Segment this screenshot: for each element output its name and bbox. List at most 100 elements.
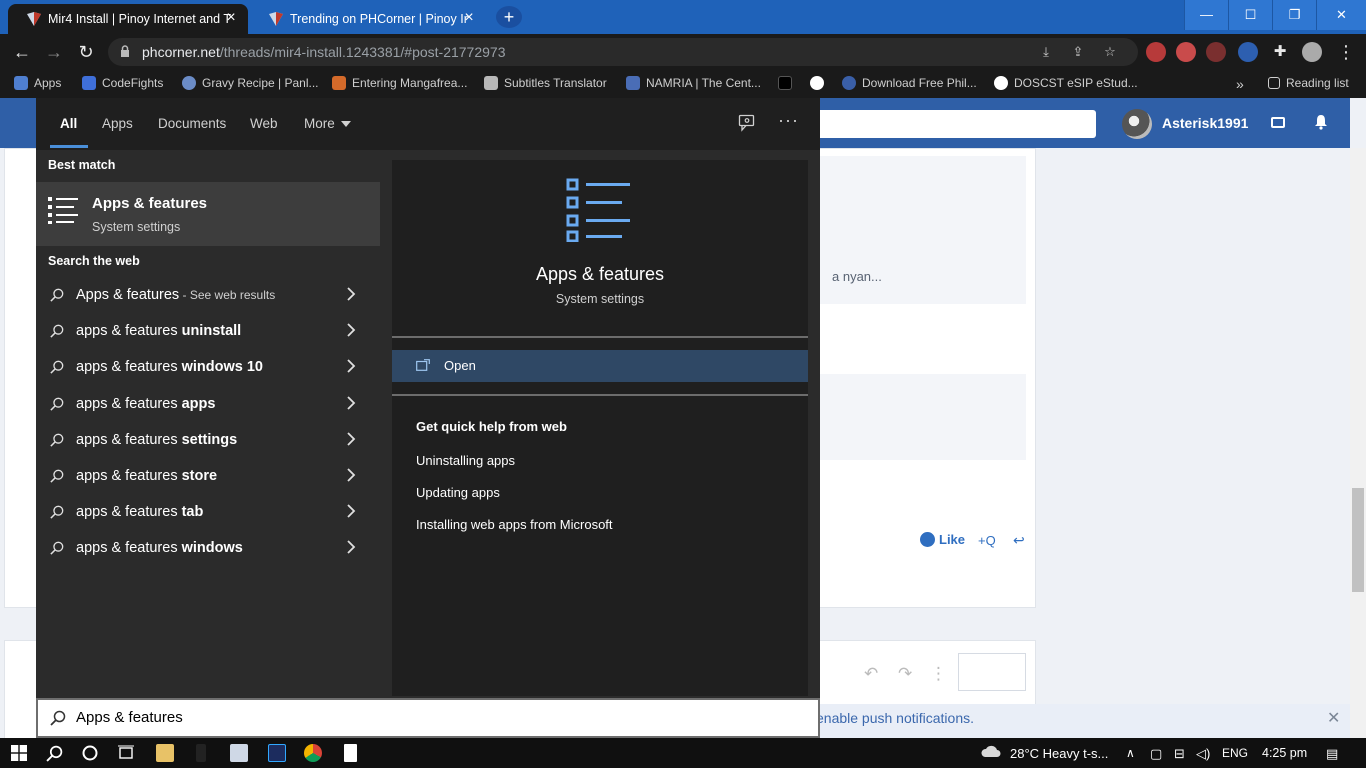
bookmark-star-icon[interactable]: ☆: [1102, 44, 1118, 60]
extension-icon[interactable]: [1146, 42, 1166, 62]
page-scrollbar[interactable]: [1350, 148, 1366, 738]
cortana-icon[interactable]: [82, 745, 98, 761]
web-result-item[interactable]: apps & features tab: [36, 495, 380, 531]
chevron-up-icon[interactable]: ∧: [1126, 746, 1135, 760]
minimize-button[interactable]: —: [1184, 0, 1228, 30]
browser-tab-active[interactable]: Mir4 Install | Pinoy Internet and T ×: [8, 4, 248, 34]
scrollbar-thumb[interactable]: [1352, 488, 1364, 592]
bookmark-apps[interactable]: Apps: [14, 76, 61, 90]
reload-icon[interactable]: ↻: [74, 40, 98, 64]
help-link[interactable]: Installing web apps from Microsoft: [416, 517, 613, 532]
tab-apps[interactable]: Apps: [102, 116, 133, 131]
tab-web[interactable]: Web: [250, 116, 278, 131]
notification-icon[interactable]: ▤: [1326, 746, 1338, 762]
feedback-icon[interactable]: [738, 114, 756, 132]
app-icon[interactable]: [196, 744, 206, 762]
chevron-right-icon[interactable]: [346, 504, 356, 518]
search-icon[interactable]: [46, 745, 63, 762]
browser-tab[interactable]: Trending on PHCorner | Pinoy Ir ×: [250, 4, 486, 34]
language-indicator[interactable]: ENG: [1222, 746, 1248, 760]
new-tab-button[interactable]: +: [496, 6, 522, 28]
extensions-puzzle-icon[interactable]: ✚: [1268, 40, 1292, 64]
open-button[interactable]: Open: [392, 350, 808, 382]
extension-icon[interactable]: [1176, 42, 1196, 62]
username[interactable]: Asterisk1991: [1162, 115, 1248, 131]
restore-button[interactable]: ☐: [1228, 0, 1272, 30]
tab-title: Trending on PHCorner | Pinoy Ir: [290, 12, 468, 26]
volume-icon[interactable]: ◁): [1196, 746, 1210, 762]
like-button[interactable]: Like: [920, 532, 965, 547]
profile-avatar[interactable]: [1302, 42, 1322, 62]
close-tab-icon[interactable]: ×: [222, 9, 240, 27]
redo-icon[interactable]: ↷: [898, 664, 912, 684]
web-result-item[interactable]: apps & features store: [36, 459, 380, 495]
help-link[interactable]: Updating apps: [416, 485, 500, 500]
undo-icon[interactable]: ↶: [864, 664, 878, 684]
tab-all[interactable]: All: [60, 116, 77, 131]
chevron-right-icon[interactable]: [346, 432, 356, 446]
windows-start-icon[interactable]: [11, 745, 27, 761]
notepad-icon[interactable]: [344, 744, 357, 762]
file-explorer-icon[interactable]: [156, 744, 174, 762]
chevron-right-icon[interactable]: [346, 287, 356, 301]
back-arrow-icon[interactable]: ←: [10, 40, 34, 64]
address-bar[interactable]: phcorner.net/threads/mir4-install.124338…: [108, 38, 1138, 66]
forward-arrow-icon[interactable]: →: [42, 40, 66, 64]
share-icon[interactable]: ⇪: [1070, 44, 1086, 60]
bell-icon[interactable]: [1314, 114, 1328, 130]
app-icon[interactable]: [230, 744, 248, 762]
mail-icon[interactable]: [1271, 117, 1285, 128]
bookmark-item[interactable]: [810, 76, 824, 90]
maximize-button[interactable]: ❐: [1272, 0, 1316, 30]
bookmark-item[interactable]: Subtitles Translator: [484, 76, 607, 90]
tab-more[interactable]: More: [304, 116, 351, 131]
extension-icon[interactable]: [1206, 42, 1226, 62]
close-tab-icon[interactable]: ×: [460, 9, 478, 27]
task-view-icon[interactable]: [118, 745, 134, 761]
web-result-item[interactable]: apps & features windows 10: [36, 350, 380, 386]
phcorner-favicon-icon: [27, 12, 41, 26]
push-notification-link[interactable]: enable push notifications.: [816, 710, 974, 726]
help-link[interactable]: Uninstalling apps: [416, 453, 515, 468]
bookmark-item[interactable]: CodeFights: [82, 76, 163, 90]
bookmark-item[interactable]: DOSCST eSIP eStud...: [994, 76, 1138, 90]
best-match-result[interactable]: Apps & features System settings: [36, 182, 380, 246]
more-bookmarks-button[interactable]: »: [1236, 76, 1244, 92]
reading-list-button[interactable]: Reading list: [1268, 76, 1349, 90]
bookmark-item[interactable]: NAMRIA | The Cent...: [626, 76, 761, 90]
download-icon[interactable]: ⤓: [1038, 44, 1054, 60]
chevron-right-icon[interactable]: [346, 323, 356, 337]
menu-kebab-icon[interactable]: ⋮: [1334, 40, 1358, 64]
editor-more-icon[interactable]: ⋮: [930, 664, 947, 684]
chevron-right-icon[interactable]: [346, 359, 356, 374]
web-result-item[interactable]: apps & features windows: [36, 531, 380, 567]
preview-button[interactable]: [958, 653, 1026, 691]
chevron-right-icon[interactable]: [346, 540, 356, 555]
reply-icon[interactable]: ↩: [1013, 532, 1025, 549]
photoshop-icon[interactable]: [268, 744, 286, 762]
chevron-right-icon[interactable]: [346, 468, 356, 482]
web-result-item[interactable]: Apps & features - See web results: [36, 278, 380, 314]
chevron-right-icon[interactable]: [346, 395, 356, 410]
bookmark-item[interactable]: Entering Mangafrea...: [332, 76, 467, 90]
web-result-item[interactable]: apps & features uninstall: [36, 314, 380, 350]
avatar[interactable]: [1122, 109, 1152, 139]
bookmark-item[interactable]: [778, 76, 792, 90]
search-input[interactable]: Apps & features: [36, 698, 820, 738]
network-icon[interactable]: ⊟: [1174, 746, 1185, 762]
extension-icon[interactable]: [1238, 42, 1258, 62]
web-result-item[interactable]: apps & features settings: [36, 423, 380, 459]
clock[interactable]: 4:25 pm: [1262, 746, 1307, 760]
close-icon[interactable]: ✕: [1327, 708, 1340, 728]
weather-text[interactable]: 28°C Heavy t-s...: [1010, 746, 1108, 761]
tab-documents[interactable]: Documents: [158, 116, 226, 131]
chrome-icon[interactable]: [304, 744, 322, 762]
bookmark-item[interactable]: Gravy Recipe | Panl...: [182, 76, 319, 90]
site-search-input[interactable]: [790, 110, 1096, 138]
more-options-icon[interactable]: ···: [778, 110, 799, 131]
device-icon[interactable]: ▢: [1150, 746, 1162, 762]
close-window-button[interactable]: ✕: [1316, 0, 1366, 30]
quote-button[interactable]: +Q: [978, 533, 996, 548]
bookmark-item[interactable]: Download Free Phil...: [842, 76, 977, 90]
web-result-item[interactable]: apps & features apps: [36, 387, 380, 423]
